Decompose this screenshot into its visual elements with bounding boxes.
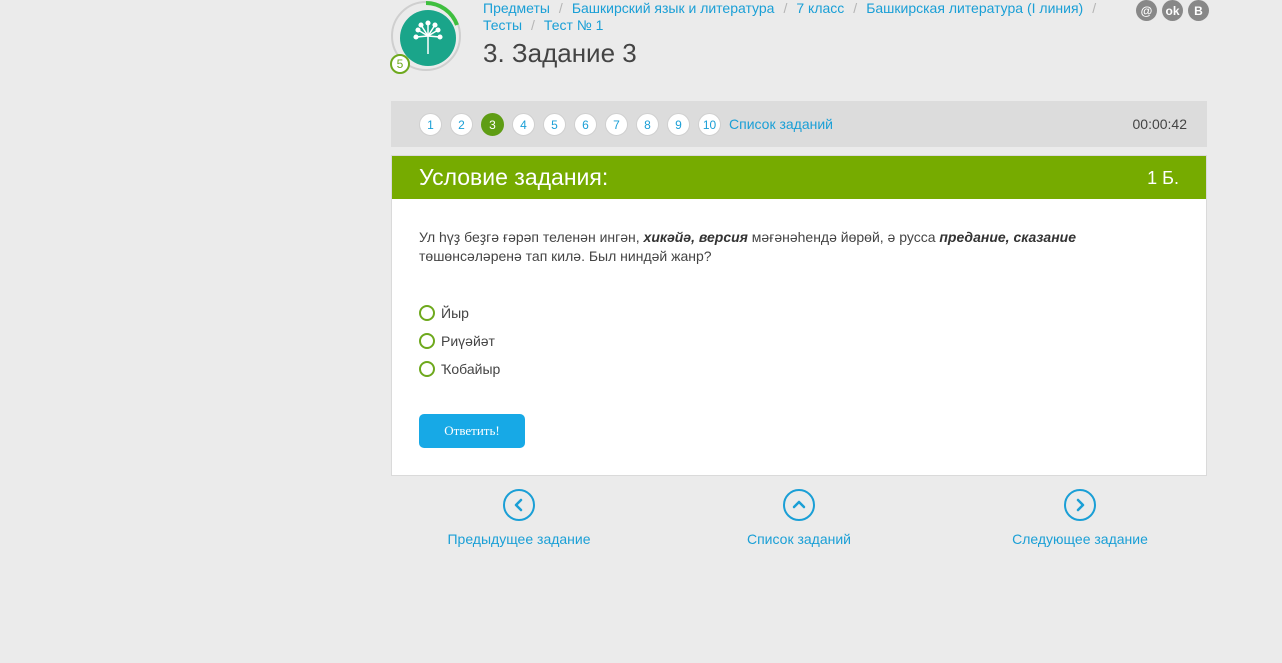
odnoklassniki-icon[interactable]: ok: [1162, 0, 1183, 21]
prev-task-label[interactable]: Предыдущее задание: [447, 531, 591, 547]
task-number-10[interactable]: 10: [698, 113, 721, 136]
answer-option-label: Ҡобайыр: [441, 361, 501, 377]
radio-button[interactable]: [419, 361, 435, 377]
task-score: 1 Б.: [1147, 168, 1179, 188]
task-number-9[interactable]: 9: [667, 113, 690, 136]
answer-button[interactable]: Ответить!: [419, 414, 525, 448]
next-task-nav[interactable]: Следующее задание: [1012, 489, 1148, 547]
task-card: Условие задания: 1 Б. Ул һүҙ беҙгә ғәрәп…: [391, 155, 1207, 476]
chevron-right-icon[interactable]: [1064, 489, 1096, 521]
task-list-label[interactable]: Список заданий: [746, 531, 852, 547]
answer-option-label: Риүәйәт: [441, 333, 495, 349]
task-pagination-bar: 1 2 3 4 5 6 7 8 9 10 Список заданий 00:0…: [391, 101, 1207, 147]
answer-option-label: Йыр: [441, 305, 469, 321]
answer-options: Йыр Риүәйәт Ҡобайыр: [419, 299, 500, 383]
mail-icon[interactable]: @: [1136, 0, 1157, 21]
task-number-4[interactable]: 4: [512, 113, 535, 136]
question-text: Ул һүҙ беҙгә ғәрәп теленән ингән, хикәйә…: [419, 229, 1077, 264]
task-number-2[interactable]: 2: [450, 113, 473, 136]
task-number-3-current[interactable]: 3: [481, 113, 504, 136]
radio-button[interactable]: [419, 333, 435, 349]
task-number-1[interactable]: 1: [419, 113, 442, 136]
answer-option[interactable]: Риүәйәт: [419, 327, 500, 355]
page: 5 Предметы / Башкирский язык и литература /…: [0, 0, 1282, 663]
chevron-up-icon[interactable]: [783, 489, 815, 521]
prev-task-nav[interactable]: Предыдущее задание: [447, 489, 591, 547]
answer-option[interactable]: Ҡобайыр: [419, 355, 500, 383]
task-heading: Условие задания:: [419, 164, 609, 190]
task-list-nav[interactable]: Список заданий: [746, 489, 852, 547]
task-numbers: 1 2 3 4 5 6 7 8 9 10: [419, 113, 721, 136]
chevron-left-icon[interactable]: [503, 489, 535, 521]
breadcrumb-subject[interactable]: Башкирский язык и литература: [572, 0, 775, 16]
task-list-link[interactable]: Список заданий: [729, 116, 833, 132]
breadcrumb-subjects[interactable]: Предметы: [483, 0, 550, 16]
next-task-label[interactable]: Следующее задание: [1012, 531, 1148, 547]
task-number-6[interactable]: 6: [574, 113, 597, 136]
subject-logo[interactable]: 5: [390, 1, 465, 75]
page-title: 3. Задание 3: [483, 38, 637, 68]
breadcrumb-tests[interactable]: Тесты: [483, 17, 522, 33]
answer-option[interactable]: Йыр: [419, 299, 500, 327]
task-number-5[interactable]: 5: [543, 113, 566, 136]
radio-button[interactable]: [419, 305, 435, 321]
breadcrumb-test[interactable]: Тест № 1: [544, 17, 604, 33]
breadcrumb-grade[interactable]: 7 класс: [796, 0, 844, 16]
task-number-8[interactable]: 8: [636, 113, 659, 136]
task-card-header: Условие задания: 1 Б.: [392, 156, 1206, 199]
task-number-7[interactable]: 7: [605, 113, 628, 136]
vk-icon[interactable]: B: [1188, 0, 1209, 21]
timer: 00:00:42: [1132, 116, 1188, 132]
level-badge: 5: [390, 54, 410, 74]
breadcrumb: Предметы / Башкирский язык и литература/7 …: [483, 0, 1097, 33]
breadcrumb-course[interactable]: Башкирская литература (I линия): [866, 0, 1083, 16]
social-links: @ ok B: [1136, 0, 1209, 21]
